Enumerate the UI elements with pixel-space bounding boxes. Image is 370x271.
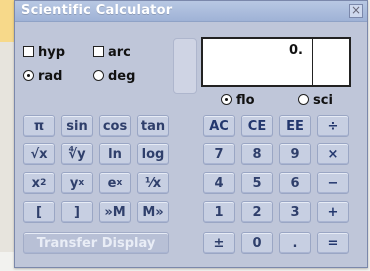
- transfer-display-button[interactable]: Transfer Display: [23, 232, 169, 254]
- digit-7-button[interactable]: 7: [203, 143, 235, 165]
- deg-radio[interactable]: deg: [93, 69, 135, 84]
- radio-icon: [93, 70, 104, 81]
- background-panel: [0, 42, 14, 252]
- digit-5-button[interactable]: 5: [241, 172, 273, 194]
- square-base: x: [31, 175, 41, 191]
- decimal-button[interactable]: .: [279, 232, 311, 254]
- sin-button[interactable]: sin: [61, 115, 93, 137]
- radio-selected-icon: [221, 94, 232, 105]
- calculator-window: Scientific Calculator × hyp arc rad deg …: [14, 0, 368, 268]
- root-button[interactable]: ∜y: [61, 143, 93, 165]
- exponent-entry-button[interactable]: EE: [279, 115, 311, 137]
- digit-6-button[interactable]: 6: [279, 172, 311, 194]
- calculator-display: 0.: [201, 37, 351, 87]
- sci-label: sci: [313, 93, 333, 108]
- digit-4-button[interactable]: 4: [203, 172, 235, 194]
- digit-0-button[interactable]: 0: [241, 232, 273, 254]
- flo-radio[interactable]: flo: [221, 93, 255, 108]
- flo-label: flo: [236, 93, 255, 108]
- log-button[interactable]: log: [137, 143, 169, 165]
- digit-9-button[interactable]: 9: [279, 143, 311, 165]
- minus-button[interactable]: −: [317, 172, 349, 194]
- reciprocal-button[interactable]: ¹⁄x: [137, 172, 169, 194]
- cos-button[interactable]: cos: [99, 115, 131, 137]
- ln-button[interactable]: ln: [99, 143, 131, 165]
- display-value: 0.: [289, 43, 303, 58]
- title-bar[interactable]: Scientific Calculator ×: [15, 1, 367, 22]
- deg-label: deg: [108, 69, 136, 84]
- digit-3-button[interactable]: 3: [279, 201, 311, 223]
- memory-indicator: [173, 38, 197, 94]
- hyp-label: hyp: [38, 45, 66, 60]
- rad-label: rad: [38, 69, 63, 84]
- arc-label: arc: [108, 45, 131, 60]
- exp-sup: x: [116, 178, 123, 188]
- tan-button[interactable]: tan: [137, 115, 169, 137]
- paren-open-button[interactable]: [: [23, 201, 55, 223]
- pi-button[interactable]: π: [23, 115, 55, 137]
- digit-1-button[interactable]: 1: [203, 201, 235, 223]
- display-divider: [312, 39, 313, 85]
- exp-base: e: [107, 175, 117, 191]
- hyp-checkbox[interactable]: hyp: [23, 45, 65, 60]
- memory-recall-button[interactable]: M»: [137, 201, 169, 223]
- digit-2-button[interactable]: 2: [241, 201, 273, 223]
- divide-button[interactable]: ÷: [317, 115, 349, 137]
- rad-radio[interactable]: rad: [23, 69, 63, 84]
- square-button[interactable]: x2: [23, 172, 55, 194]
- memory-store-button[interactable]: »M: [99, 201, 131, 223]
- multiply-button[interactable]: ×: [317, 143, 349, 165]
- window-title: Scientific Calculator: [21, 3, 173, 18]
- close-icon[interactable]: ×: [349, 4, 363, 18]
- plus-minus-button[interactable]: ±: [203, 232, 235, 254]
- checkbox-icon: [23, 46, 34, 57]
- radio-selected-icon: [23, 70, 34, 81]
- exp-button[interactable]: ex: [99, 172, 131, 194]
- radio-icon: [298, 94, 309, 105]
- all-clear-button[interactable]: AC: [203, 115, 235, 137]
- power-button[interactable]: yx: [61, 172, 93, 194]
- digit-8-button[interactable]: 8: [241, 143, 273, 165]
- arc-checkbox[interactable]: arc: [93, 45, 131, 60]
- sci-radio[interactable]: sci: [298, 93, 333, 108]
- clear-entry-button[interactable]: CE: [241, 115, 273, 137]
- checkbox-icon: [93, 46, 104, 57]
- equals-button[interactable]: =: [317, 232, 349, 254]
- paren-close-button[interactable]: ]: [61, 201, 93, 223]
- square-sup: 2: [40, 178, 47, 188]
- sqrt-button[interactable]: √x: [23, 143, 55, 165]
- power-sup: x: [78, 178, 85, 188]
- plus-button[interactable]: +: [317, 201, 349, 223]
- power-base: y: [69, 175, 79, 191]
